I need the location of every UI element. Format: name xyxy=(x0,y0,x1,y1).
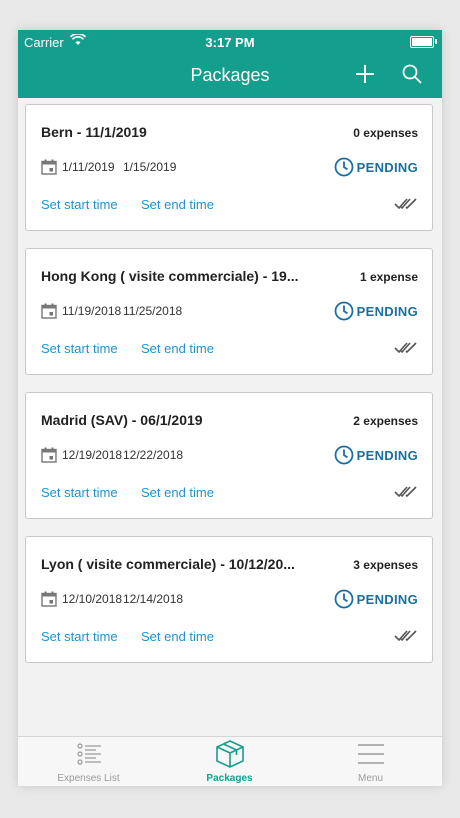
status-badge: PENDING xyxy=(356,160,418,175)
set-end-time-link[interactable]: Set end time xyxy=(141,197,214,212)
package-icon xyxy=(159,740,300,774)
package-name: Hong Kong ( visite commerciale) - 19... xyxy=(41,268,299,284)
set-end-time-link[interactable]: Set end time xyxy=(141,341,214,356)
package-card[interactable]: Hong Kong ( visite commerciale) - 19... … xyxy=(25,248,433,375)
phone-screen: Carrier 3:17 PM Packages Bern - 11/1/201… xyxy=(18,30,442,786)
status-badge: PENDING xyxy=(356,448,418,463)
expense-count: 1 expense xyxy=(359,270,418,284)
package-card[interactable]: Lyon ( visite commerciale) - 10/12/20...… xyxy=(25,536,433,663)
status-badge: PENDING xyxy=(356,592,418,607)
end-date: 1/15/2019 xyxy=(123,160,177,174)
plus-icon[interactable] xyxy=(354,63,376,85)
double-check-icon[interactable] xyxy=(394,341,418,360)
tab-bar: Expenses List Packages Menu xyxy=(18,736,442,786)
clock-icon xyxy=(334,589,354,614)
double-check-icon[interactable] xyxy=(394,485,418,504)
end-date: 11/25/2018 xyxy=(123,304,183,318)
calendar-icon xyxy=(41,447,57,468)
status-bar: Carrier 3:17 PM xyxy=(18,30,442,54)
package-card[interactable]: Madrid (SAV) - 06/1/2019 2 expenses 12/1… xyxy=(25,392,433,519)
start-date: 1/11/2019 xyxy=(62,160,115,174)
clock-icon xyxy=(334,445,354,470)
search-icon[interactable] xyxy=(401,63,423,85)
expense-count: 2 expenses xyxy=(353,414,418,428)
expense-count: 0 expenses xyxy=(353,126,418,140)
end-date: 12/22/2018 xyxy=(123,448,184,462)
double-check-icon[interactable] xyxy=(394,197,418,216)
tab-packages[interactable]: Packages xyxy=(159,737,300,786)
end-date: 12/14/2018 xyxy=(123,592,184,606)
calendar-icon xyxy=(41,159,57,180)
tab-label: Menu xyxy=(357,773,383,784)
package-card[interactable]: Bern - 11/1/2019 0 expenses 1/11/2019 1/… xyxy=(25,104,433,231)
package-name: Bern - 11/1/2019 xyxy=(41,124,147,140)
package-name: Madrid (SAV) - 06/1/2019 xyxy=(41,412,203,428)
set-start-time-link[interactable]: Set start time xyxy=(41,629,118,644)
start-date: 12/10/2018 xyxy=(62,592,123,606)
clock-time: 3:17 PM xyxy=(205,35,255,50)
status-badge: PENDING xyxy=(356,304,418,319)
tab-label: Packages xyxy=(206,773,253,784)
calendar-icon xyxy=(41,591,57,612)
set-end-time-link[interactable]: Set end time xyxy=(141,485,214,500)
calendar-icon xyxy=(41,303,57,324)
nav-bar: Packages xyxy=(18,54,442,98)
battery-tip xyxy=(435,39,437,44)
start-date: 11/19/2018 xyxy=(62,304,122,318)
tab-menu[interactable]: Menu xyxy=(300,737,441,786)
expense-count: 3 expenses xyxy=(353,558,418,572)
clock-icon xyxy=(334,301,354,326)
set-start-time-link[interactable]: Set start time xyxy=(41,485,118,500)
menu-icon xyxy=(300,742,441,771)
set-end-time-link[interactable]: Set end time xyxy=(141,629,214,644)
set-start-time-link[interactable]: Set start time xyxy=(41,197,118,212)
list-icon xyxy=(18,742,159,771)
start-date: 12/19/2018 xyxy=(62,448,123,462)
package-name: Lyon ( visite commerciale) - 10/12/20... xyxy=(41,556,295,572)
clock-icon xyxy=(334,157,354,182)
tab-expenses-list[interactable]: Expenses List xyxy=(18,737,159,786)
page-title: Packages xyxy=(190,65,270,85)
battery-icon xyxy=(410,36,434,48)
set-start-time-link[interactable]: Set start time xyxy=(41,341,118,356)
double-check-icon[interactable] xyxy=(394,629,418,648)
tab-label: Expenses List xyxy=(57,773,120,784)
